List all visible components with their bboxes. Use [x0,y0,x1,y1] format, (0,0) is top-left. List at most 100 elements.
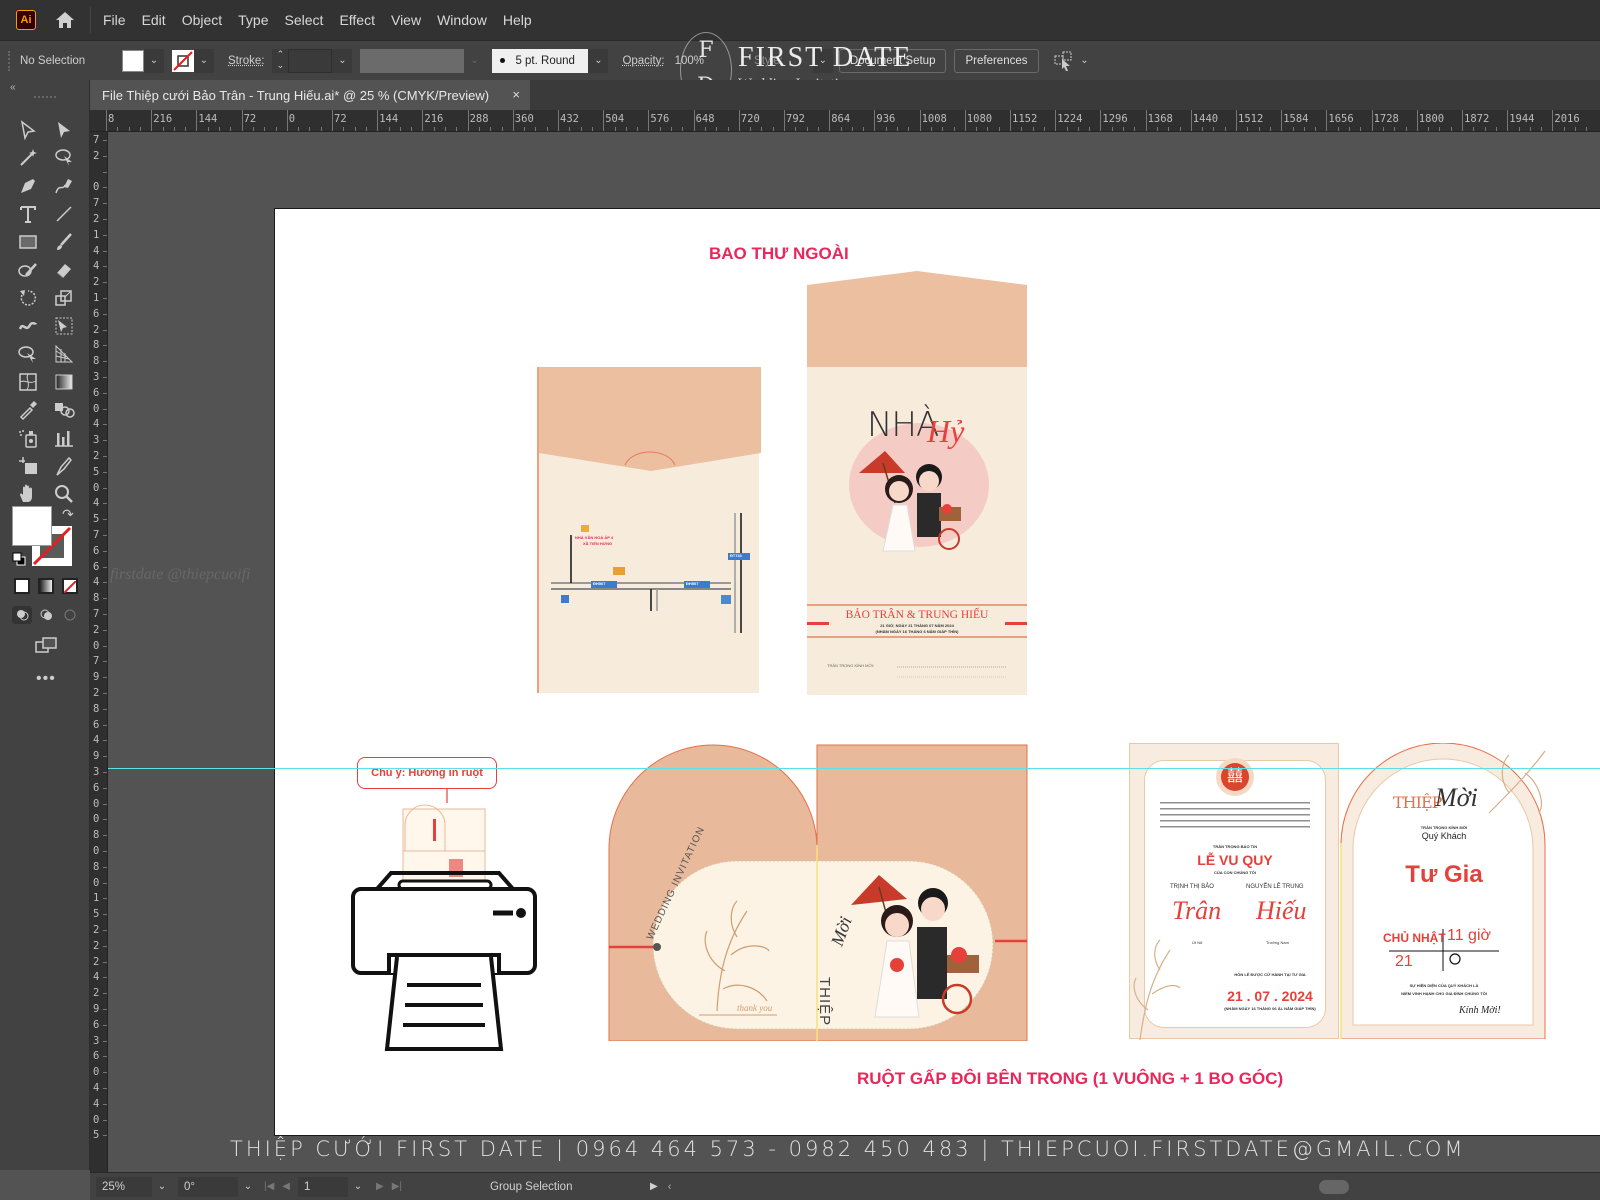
next-artboard-icon[interactable]: ▶ [376,1181,384,1192]
none-mode-button[interactable] [62,578,78,594]
envelope-back[interactable]: NHÀ VĂN HOÁ ẤP 4 XÃ TIẾN HƯNG ĐH507 ĐH50… [537,367,761,693]
panel-collapse-icon[interactable]: « [10,82,16,93]
stroke-label[interactable]: Stroke: [228,55,264,67]
menu-select[interactable]: Select [277,12,332,28]
guide-line[interactable] [108,768,1600,769]
scroll-left-icon[interactable]: ‹ [668,1181,672,1193]
hand-tool-icon[interactable] [16,482,40,506]
artboard-dropdown-icon[interactable]: ⌄ [348,1181,368,1192]
stroke-weight-stepper[interactable]: ⌃ ⌄ [272,48,289,73]
fill-swatch[interactable] [122,49,144,72]
panel-grip[interactable] [34,96,56,99]
last-artboard-icon[interactable]: ▶| [392,1181,402,1192]
preferences-button[interactable]: Preferences [954,48,1039,73]
artboard[interactable]: BAO THƯ NGOÀI NHÀ VĂN HOÁ ẤP 4 XÃ TIẾN H… [274,208,1600,1136]
arrange-dropdown[interactable]: ⌄ [1075,49,1095,73]
draw-normal-icon[interactable] [12,606,32,624]
direct-selection-tool-icon[interactable] [52,118,76,142]
rotate-tool-icon[interactable] [16,286,40,310]
previous-artboard-icon[interactable]: ◀ [282,1181,290,1192]
menu-file[interactable]: File [95,12,134,28]
brush-dropdown[interactable]: ⌄ [588,48,609,73]
artboard-tool-icon[interactable] [16,454,40,478]
menu-help[interactable]: Help [495,12,540,28]
color-mode-button[interactable] [14,578,30,594]
vertical-ruler[interactable]: 7 2 0 7 2 1 4 4 2 1 6 2 8 8 3 6 0 4 3 2 5 0 4 5 7 6 6 4 8 7 2 0 7 9 2 8 6 4 9 3… [90,132,108,1172]
stroke-weight-input[interactable] [288,48,333,73]
close-tab-icon[interactable]: × [512,87,520,102]
rotation-field[interactable]: 0° [178,1176,238,1197]
symbol-sprayer-tool-icon[interactable] [16,426,40,450]
fill-dropdown[interactable]: ⌄ [144,48,164,73]
draw-inside-icon[interactable] [60,606,80,624]
inner-card-arched[interactable]: THIỆP Mời TRÂN TRỌNG KÍNH MỜI Quý Khách … [1339,743,1549,1039]
inner-card-square[interactable]: 囍 TRÂN TRỌNG BÁO TIN LỄ VU QUY CỦA CON C… [1129,743,1339,1040]
brush-definition[interactable]: 5 pt. Round [492,48,589,73]
draw-behind-icon[interactable] [36,606,56,624]
horizontal-ruler[interactable]: 8 216 144 72 0 72 144 216 288 360 432 504 576 648 720 7… [90,110,1600,132]
eyedropper-tool-icon[interactable] [16,398,40,422]
swap-fill-stroke-icon[interactable]: ↷ [62,506,74,523]
magic-wand-tool-icon[interactable] [16,146,40,170]
folded-cover[interactable]: WEDDING INVITATION thank you THIỆP Mời [607,741,1029,1041]
lasso-tool-icon[interactable] [52,146,76,170]
menu-effect[interactable]: Effect [331,12,383,28]
menu-view[interactable]: View [383,12,429,28]
free-transform-tool-icon[interactable] [52,314,76,338]
ruler-major-tick [1326,110,1328,131]
menu-object[interactable]: Object [174,12,230,28]
default-fill-stroke-icon[interactable] [12,552,26,566]
first-artboard-icon[interactable]: |◀ [264,1181,274,1192]
horizontal-scrollbar[interactable] [679,1179,1592,1194]
puppet-warp-tool-icon[interactable] [16,314,40,338]
variable-width-profile[interactable] [360,48,465,73]
document-setup-button[interactable]: Document Setup [838,48,947,73]
arrange-documents-icon[interactable] [1053,50,1075,72]
curvature-tool-icon[interactable] [52,174,76,198]
scrollbar-thumb[interactable] [1319,1179,1350,1194]
style-label[interactable]: Style: [754,55,783,67]
line-tool-icon[interactable] [52,202,76,226]
selection-tool-icon[interactable] [16,118,40,142]
shaper-tool-icon[interactable] [16,258,40,282]
screen-mode-icon[interactable] [34,636,58,656]
shape-builder-tool-icon[interactable] [16,342,40,366]
mesh-tool-icon[interactable] [16,370,40,394]
type-tool-icon[interactable] [16,202,40,226]
pen-tool-icon[interactable] [16,174,40,198]
blend-tool-icon[interactable] [52,398,76,422]
canvas[interactable]: BAO THƯ NGOÀI NHÀ VĂN HOÁ ẤP 4 XÃ TIẾN H… [108,132,1600,1172]
artboard-number-field[interactable]: 1 [298,1176,348,1197]
column-graph-tool-icon[interactable] [52,426,76,450]
eraser-tool-icon[interactable] [52,258,76,282]
zoom-dropdown-icon[interactable]: ⌄ [152,1181,172,1192]
home-icon[interactable] [54,10,76,30]
gradient-mode-button[interactable] [38,578,54,594]
zoom-level-field[interactable]: 25% [96,1176,152,1197]
slice-tool-icon[interactable] [52,454,76,478]
paintbrush-tool-icon[interactable] [52,230,76,254]
status-bar: 25% ⌄ 0° ⌄ |◀ ◀ 1 ⌄ ▶ ▶| Group Selection… [90,1172,1600,1200]
perspective-grid-tool-icon[interactable] [52,342,76,366]
stroke-weight-dropdown[interactable]: ⌄ [332,48,353,73]
gradient-tool-icon[interactable] [52,370,76,394]
opacity-value[interactable]: 100% [675,55,704,67]
opacity-label[interactable]: Opacity: [622,55,664,67]
fill-color-swatch[interactable] [12,506,52,546]
edit-toolbar-icon[interactable]: ••• [36,670,56,688]
scale-tool-icon[interactable] [52,286,76,310]
panel-grip[interactable] [8,50,14,71]
style-dropdown[interactable]: ⌄ [812,48,833,73]
document-tab[interactable]: File Thiệp cưới Bảo Trân - Trung Hiếu.ai… [90,80,530,110]
rotation-dropdown-icon[interactable]: ⌄ [238,1181,258,1192]
menu-type[interactable]: Type [230,12,276,28]
rectangle-tool-icon[interactable] [16,230,40,254]
envelope-front[interactable]: NHÀ Hỷ BẢO TRÂN & TRUNG HIẾU 21 GIỜ, NGÀ… [807,271,1027,695]
menu-window[interactable]: Window [429,12,495,28]
status-menu-arrow-icon[interactable]: ▶ [650,1181,658,1192]
menu-edit[interactable]: Edit [134,12,174,28]
stroke-dropdown[interactable]: ⌄ [194,48,214,73]
zoom-tool-icon[interactable] [52,482,76,506]
stroke-swatch[interactable] [172,49,194,72]
profile-dropdown[interactable]: ⌄ [464,49,484,73]
